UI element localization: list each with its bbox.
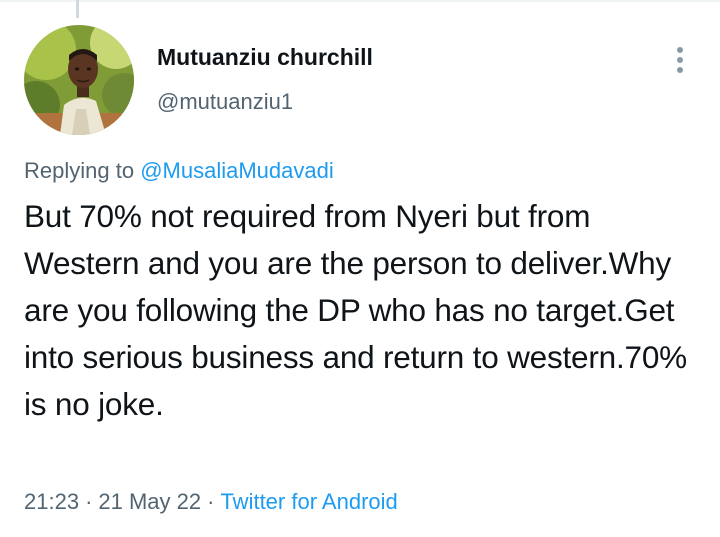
more-vertical-icon xyxy=(677,47,683,53)
replying-to-label: Replying to xyxy=(24,158,135,183)
author-handle[interactable]: @mutuanziu1 xyxy=(157,89,293,115)
top-divider xyxy=(0,0,720,2)
author-display-name[interactable]: Mutuanziu churchill xyxy=(157,44,373,71)
tweet-metadata: 21:23 · 21 May 22 · Twitter for Android xyxy=(24,489,398,515)
avatar[interactable] xyxy=(24,25,134,135)
tweet-source-link[interactable]: Twitter for Android xyxy=(220,489,397,514)
thread-connector-line xyxy=(76,0,79,18)
tweet-date[interactable]: 21 May 22 xyxy=(98,489,201,514)
more-vertical-icon-dot xyxy=(677,67,683,73)
tweet-text: But 70% not required from Nyeri but from… xyxy=(24,198,687,422)
user-photo-avatar-icon xyxy=(24,25,134,135)
meta-separator: · xyxy=(85,489,93,514)
tweet-time[interactable]: 21:23 xyxy=(24,489,79,514)
meta-separator: · xyxy=(207,489,215,514)
more-vertical-icon-dot xyxy=(677,57,683,63)
replying-to-line: Replying to @MusaliaMudavadi xyxy=(24,158,334,184)
tweet-card: Mutuanziu churchill @mutuanziu1 Replying… xyxy=(0,0,720,537)
reply-mention-link[interactable]: @MusaliaMudavadi xyxy=(140,158,334,183)
more-options-button[interactable] xyxy=(662,40,698,80)
